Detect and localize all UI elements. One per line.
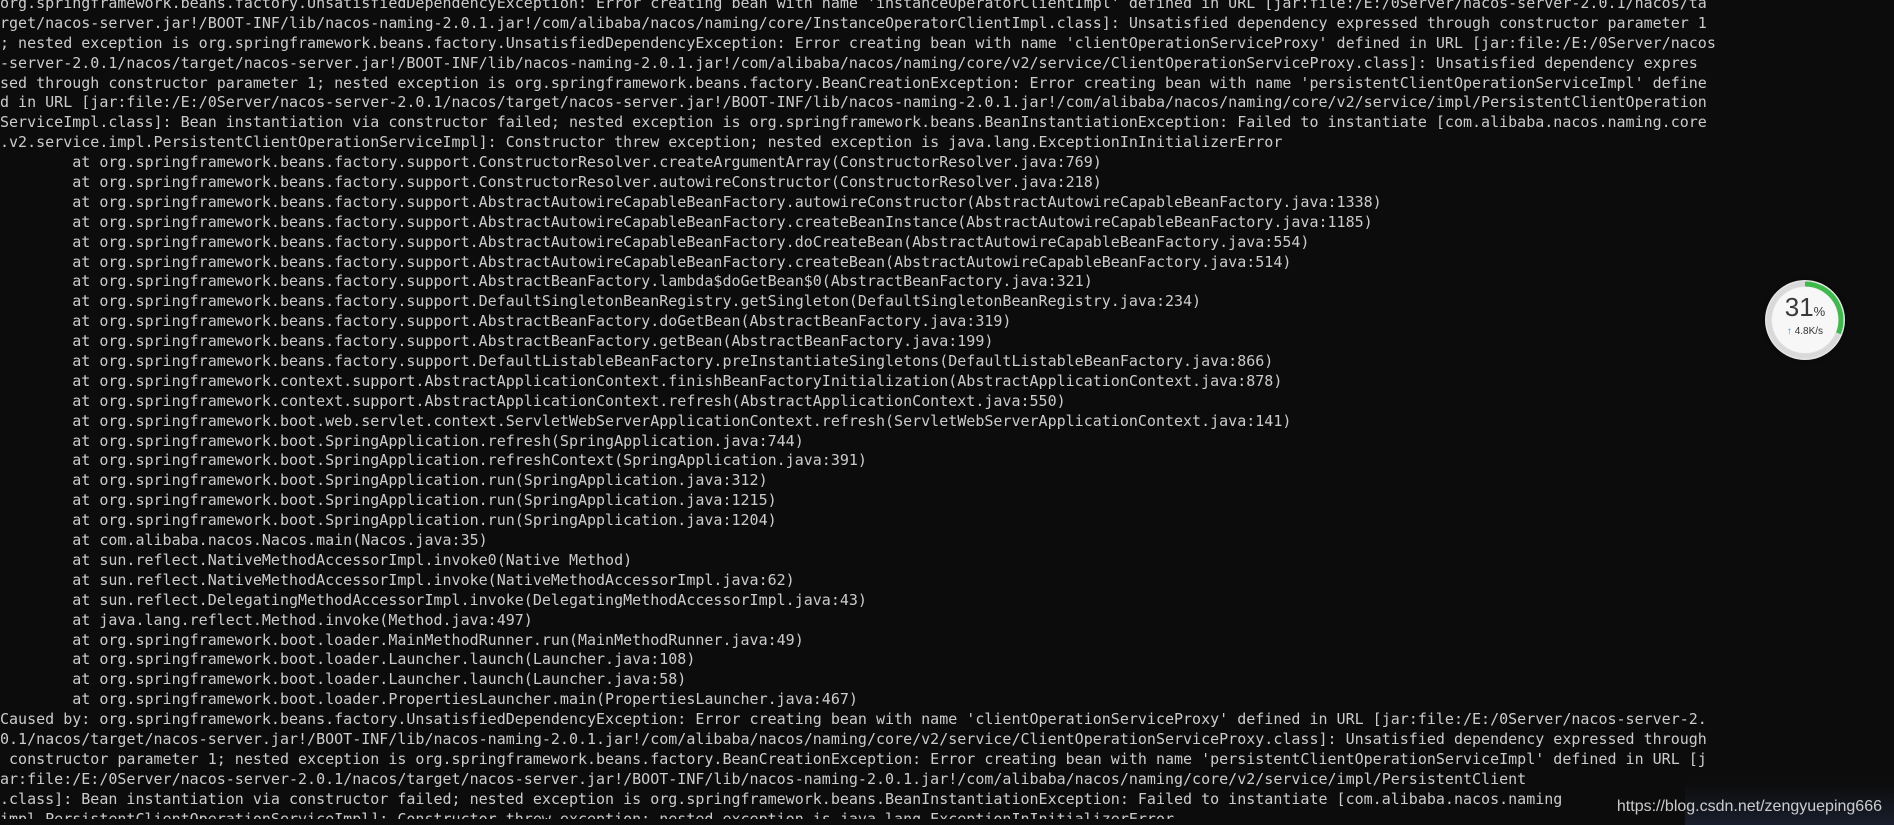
upload-speed: ↑ 4.8K/s	[1765, 326, 1845, 337]
network-speed-widget[interactable]: 31% ↑ 4.8K/s	[1765, 280, 1845, 360]
watermark: https://blog.csdn.net/zengyueping666	[1616, 798, 1882, 815]
console-line: at org.springframework.boot.SpringApplic…	[0, 431, 804, 450]
console-line: at org.springframework.beans.factory.sup…	[0, 173, 1102, 192]
console-line: org.springframework.beans.factory.Unsati…	[0, 0, 1707, 12]
console-line: at org.springframework.beans.factory.sup…	[0, 312, 1012, 331]
console-line: at org.springframework.beans.factory.sup…	[0, 192, 1382, 211]
console-line: at org.springframework.boot.web.servlet.…	[0, 411, 1292, 430]
console-line: at org.springframework.beans.factory.sup…	[0, 252, 1292, 271]
console-line: at org.springframework.context.support.A…	[0, 391, 1066, 410]
console-line: d in URL [jar:file:/E:/0Server/nacos-ser…	[0, 93, 1707, 112]
console-line: at org.springframework.beans.factory.sup…	[0, 352, 1274, 371]
usage-percent-unit: %	[1813, 304, 1826, 319]
console-line: at sun.reflect.NativeMethodAccessorImpl.…	[0, 570, 795, 589]
console-line: at org.springframework.beans.factory.sup…	[0, 272, 1093, 291]
console-line: ar:file:/E:/0Server/nacos-server-2.0.1/n…	[0, 769, 1527, 788]
upload-speed-value: 4.8K/s	[1794, 326, 1824, 337]
console-line: Caused by: org.springframework.beans.fac…	[0, 710, 1707, 729]
console-line: at org.springframework.beans.factory.sup…	[0, 212, 1373, 231]
usage-percent: 31%	[1765, 294, 1845, 325]
console-line: rget/nacos-server.jar!/BOOT-INF/lib/naco…	[0, 13, 1707, 32]
console-line: at org.springframework.boot.loader.Launc…	[0, 650, 696, 669]
console-line: at org.springframework.beans.factory.sup…	[0, 292, 1202, 311]
usage-percent-value: 31	[1784, 292, 1814, 322]
console-line: at sun.reflect.NativeMethodAccessorImpl.…	[0, 550, 633, 569]
console-line: at org.springframework.beans.factory.sup…	[0, 332, 994, 351]
console-line: at org.springframework.boot.loader.Launc…	[0, 670, 687, 689]
console-line: at com.alibaba.nacos.Nacos.main(Nacos.ja…	[0, 531, 488, 550]
console-line: constructor parameter 1; nested exceptio…	[0, 749, 1707, 768]
console-line: at org.springframework.boot.SpringApplic…	[0, 471, 768, 490]
console-line: 0.1/nacos/target/nacos-server.jar!/BOOT-…	[0, 729, 1707, 748]
console-line: at org.springframework.boot.SpringApplic…	[0, 451, 867, 470]
console-line: .class]: Bean instantiation via construc…	[0, 789, 1563, 808]
console-line: at org.springframework.beans.factory.sup…	[0, 153, 1102, 172]
console-line: at java.lang.reflect.Method.invoke(Metho…	[0, 610, 533, 629]
console-line: -server-2.0.1/nacos/target/nacos-server.…	[0, 53, 1698, 72]
console-line: .v2.service.impl.PersistentClientOperati…	[0, 133, 1283, 152]
console-line: at org.springframework.context.support.A…	[0, 371, 1283, 390]
console-line: ServiceImpl.class]: Bean instantiation v…	[0, 113, 1707, 132]
console-output: org.springframework.beans.factory.Unsati…	[0, 0, 1894, 819]
console-line: at org.springframework.boot.SpringApplic…	[0, 511, 777, 530]
console-line: at org.springframework.beans.factory.sup…	[0, 232, 1310, 251]
upload-arrow-icon: ↑	[1786, 326, 1792, 337]
console-line: sed through constructor parameter 1; nes…	[0, 73, 1707, 92]
console-line: ; nested exception is org.springframewor…	[0, 33, 1716, 52]
console-line: at sun.reflect.DelegatingMethodAccessorI…	[0, 590, 867, 609]
console-line: impl.PersistentClientOperationServiceImp…	[0, 809, 1174, 819]
console-line: at org.springframework.boot.loader.MainM…	[0, 630, 804, 649]
console-line: at org.springframework.boot.SpringApplic…	[0, 491, 777, 510]
console-line: at org.springframework.boot.loader.Prope…	[0, 690, 858, 709]
